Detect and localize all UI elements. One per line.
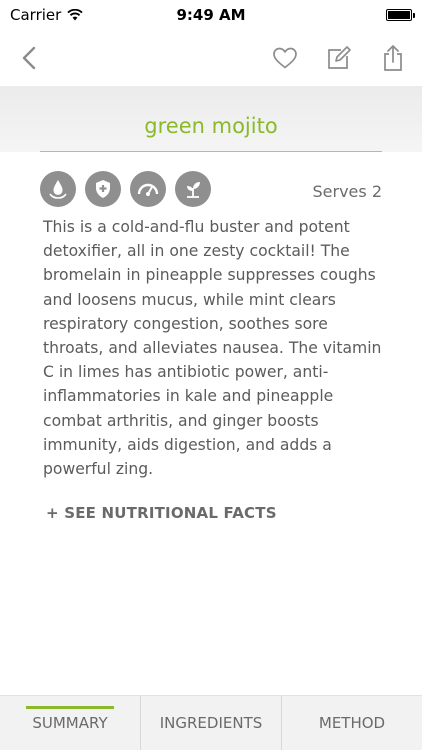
edit-icon — [328, 46, 351, 69]
gauge-icon — [130, 171, 166, 207]
recipe-title: green mojito — [144, 114, 278, 138]
nav-bar — [0, 30, 422, 86]
edit-note-button[interactable] — [322, 41, 356, 75]
carrier-label: Carrier — [10, 6, 62, 24]
chevron-left-icon — [22, 46, 36, 70]
title-divider — [40, 151, 382, 152]
battery-icon — [386, 9, 415, 21]
back-button[interactable] — [12, 41, 46, 75]
tab-ingredients-label: INGREDIENTS — [159, 714, 263, 732]
see-nutritional-facts-link[interactable]: + SEE NUTRITIONAL FACTS — [46, 504, 277, 522]
nav-actions — [268, 41, 410, 75]
shield-plus-icon — [85, 171, 121, 207]
heart-icon — [273, 47, 297, 69]
status-bar: Carrier 9:49 AM — [0, 0, 422, 30]
health-badges — [40, 171, 211, 207]
tab-bar: SUMMARY INGREDIENTS METHOD — [0, 695, 422, 750]
water-drop-icon — [40, 171, 76, 207]
tab-method-label: METHOD — [318, 714, 386, 732]
wifi-icon — [67, 9, 83, 21]
tab-method[interactable]: METHOD — [281, 696, 422, 750]
recipe-description: This is a cold-and-flu buster and potent… — [43, 218, 382, 479]
favorite-button[interactable] — [268, 41, 302, 75]
share-icon — [384, 45, 402, 71]
tab-summary[interactable]: SUMMARY — [0, 696, 140, 750]
tab-ingredients[interactable]: INGREDIENTS — [140, 696, 281, 750]
sprout-icon — [175, 171, 211, 207]
status-left: Carrier — [10, 6, 83, 24]
serves-label: Serves 2 — [312, 182, 383, 201]
tab-summary-label: SUMMARY — [32, 714, 108, 732]
share-button[interactable] — [376, 41, 410, 75]
